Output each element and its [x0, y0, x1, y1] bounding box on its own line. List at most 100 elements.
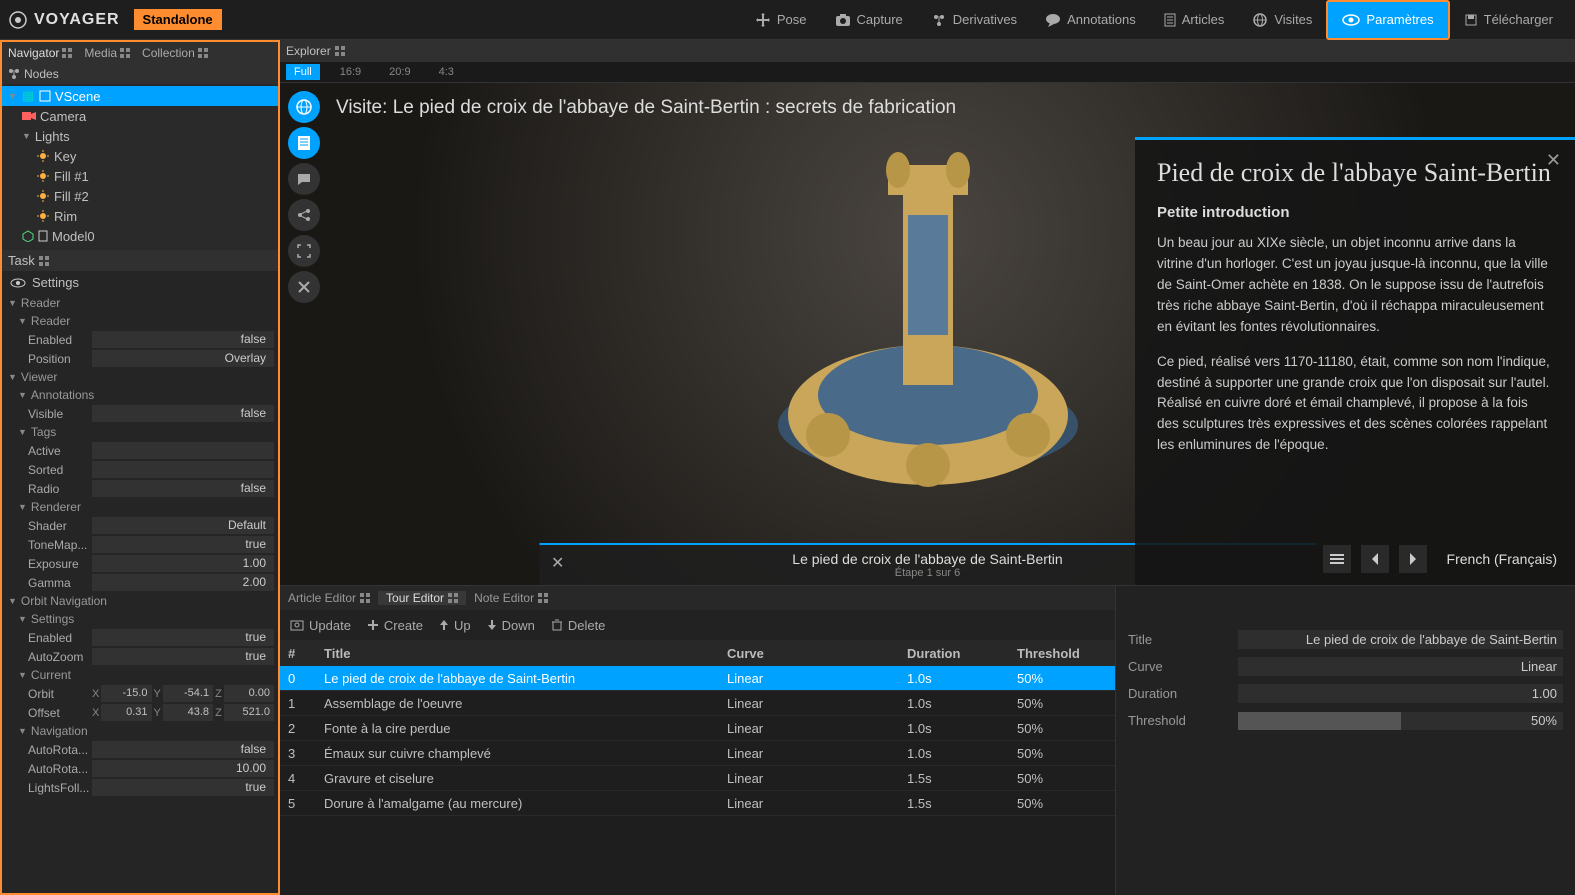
fullscreen-button[interactable] — [288, 235, 320, 267]
tree-camera[interactable]: Camera — [2, 106, 278, 126]
prop-subgroup[interactable]: ▼Tags — [2, 423, 278, 441]
move-icon — [755, 12, 771, 28]
download-button[interactable]: Télécharger — [1450, 0, 1567, 40]
aspect-16-9[interactable]: 16:9 — [332, 64, 369, 80]
toolbar-create-button[interactable]: Create — [367, 618, 423, 633]
editor-tab-tour-editor[interactable]: Tour Editor — [378, 591, 466, 605]
tree-light-fill1[interactable]: Fill #1 — [2, 166, 278, 186]
editor-tab-note-editor[interactable]: Note Editor — [466, 591, 556, 605]
prop-value[interactable] — [92, 442, 274, 459]
prop-value[interactable] — [92, 461, 274, 478]
aspect-20-9[interactable]: 20:9 — [381, 64, 418, 80]
left-tab-collection[interactable]: Collection — [136, 46, 214, 60]
aspect-4-3[interactable]: 4:3 — [431, 64, 462, 80]
article-subtitle: Petite introduction — [1157, 204, 1553, 221]
save-icon — [1464, 13, 1478, 27]
prop-value[interactable]: false — [92, 480, 274, 497]
prop-subgroup[interactable]: ▼Annotations — [2, 386, 278, 404]
center-column: Explorer Full16:920:94:3 Visite: Le pied… — [280, 40, 1575, 895]
toolbar-up-button[interactable]: Up — [439, 618, 471, 633]
table-row[interactable]: 2Fonte à la cire perdueLinear1.0s50% — [280, 716, 1115, 741]
table-row[interactable]: 0Le pied de croix de l'abbaye de Saint-B… — [280, 666, 1115, 691]
comment-button[interactable] — [288, 163, 320, 195]
detail-curve-select[interactable]: Linear — [1238, 657, 1563, 676]
prop-value[interactable]: 2.00 — [92, 574, 274, 591]
article-close-button[interactable]: ✕ — [1546, 150, 1561, 171]
aspect-tabs: Full 16:9 20:9 4:3 — [280, 62, 1575, 82]
topbar: VOYAGER Standalone PoseCaptureDerivative… — [0, 0, 1575, 40]
share-button[interactable] — [288, 199, 320, 231]
next-button[interactable] — [1399, 545, 1427, 573]
prop-value[interactable]: true — [92, 629, 274, 646]
topnav-annotations[interactable]: Annotations — [1031, 0, 1150, 40]
visite-title: Visite: Le pied de croix de l'abbaye de … — [336, 97, 956, 119]
tree-light-key[interactable]: Key — [2, 146, 278, 166]
editor-detail: TitleLe pied de croix de l'abbaye de Sai… — [1115, 586, 1575, 895]
table-row[interactable]: 3Émaux sur cuivre champlevéLinear1.0s50% — [280, 741, 1115, 766]
light-icon — [36, 150, 50, 162]
table-row[interactable]: 4Gravure et ciselureLinear1.5s50% — [280, 766, 1115, 791]
prop-value[interactable]: true — [92, 779, 274, 796]
aspect-Full[interactable]: Full — [286, 64, 320, 80]
toolbar-update-button[interactable]: Update — [290, 618, 351, 633]
language-label[interactable]: French (Français) — [1447, 551, 1557, 567]
prop-group[interactable]: ▼Viewer — [2, 368, 278, 386]
prop-subgroup[interactable]: ▼Renderer — [2, 498, 278, 516]
step-close-button[interactable]: ✕ — [551, 553, 564, 573]
article-paragraph: Ce pied, réalisé vers 1170-11180, était,… — [1157, 352, 1553, 457]
detail-title-input[interactable]: Le pied de croix de l'abbaye de Saint-Be… — [1238, 630, 1563, 649]
up-icon — [439, 619, 449, 631]
table-row[interactable]: 1Assemblage de l'oeuvreLinear1.0s50% — [280, 691, 1115, 716]
topnav-visites[interactable]: Visites — [1238, 0, 1326, 40]
menu-button[interactable] — [1323, 545, 1351, 573]
prop-row: AutoRota...10.00 — [2, 759, 278, 778]
prop-value[interactable]: 10.00 — [92, 760, 274, 777]
tree-model[interactable]: Model0 — [2, 226, 278, 246]
prop-value[interactable]: true — [92, 648, 274, 665]
prop-value[interactable]: 1.00 — [92, 555, 274, 572]
tree-scene[interactable]: ▼▦VScene — [2, 86, 278, 106]
tree-light-fill2[interactable]: Fill #2 — [2, 186, 278, 206]
viewer-3d[interactable]: Visite: Le pied de croix de l'abbaye de … — [280, 82, 1575, 585]
topnav-pose[interactable]: Pose — [741, 0, 821, 40]
topnav-articles[interactable]: Articles — [1150, 0, 1239, 40]
prop-row-xyz: OrbitX-15.0Y-54.1Z0.00 — [2, 684, 278, 703]
prev-button[interactable] — [1361, 545, 1389, 573]
prop-subgroup[interactable]: ▼Navigation — [2, 722, 278, 740]
tree-lights[interactable]: ▼Lights — [2, 126, 278, 146]
editor-tab-article-editor[interactable]: Article Editor — [280, 591, 378, 605]
prop-row-xyz: OffsetX0.31Y43.8Z521.0 — [2, 703, 278, 722]
prop-subgroup[interactable]: ▼Reader — [2, 312, 278, 330]
prop-row: AutoRota...false — [2, 740, 278, 759]
prop-value[interactable]: true — [92, 536, 274, 553]
detail-duration-input[interactable]: 1.00 — [1238, 684, 1563, 703]
topnav-paramètres[interactable]: Paramètres — [1326, 0, 1449, 40]
prop-value[interactable]: Overlay — [92, 350, 274, 367]
left-tab-navigator[interactable]: Navigator — [2, 46, 78, 60]
viewer-buttons — [288, 91, 320, 303]
derivatives-icon — [931, 13, 947, 27]
toolbar-delete-button[interactable]: Delete — [551, 618, 606, 633]
article-button[interactable] — [288, 127, 320, 159]
language-button[interactable] — [288, 91, 320, 123]
prop-value[interactable]: Default — [92, 517, 274, 534]
prop-value[interactable]: false — [92, 741, 274, 758]
prop-value[interactable]: false — [92, 331, 274, 348]
prop-value[interactable]: false — [92, 405, 274, 422]
topnav-capture[interactable]: Capture — [821, 0, 917, 40]
tools-button[interactable] — [288, 271, 320, 303]
toolbar-down-button[interactable]: Down — [487, 618, 535, 633]
prop-row: Enabledfalse — [2, 330, 278, 349]
topnav-derivatives[interactable]: Derivatives — [917, 0, 1031, 40]
prop-row: Exposure1.00 — [2, 554, 278, 573]
prop-group[interactable]: ▼Orbit Navigation — [2, 592, 278, 610]
table-row[interactable]: 5Dorure à l'amalgame (au mercure)Linear1… — [280, 791, 1115, 816]
prop-subgroup[interactable]: ▼Current — [2, 666, 278, 684]
chat-icon — [296, 172, 312, 186]
prop-group[interactable]: ▼Reader — [2, 294, 278, 312]
camera-icon — [835, 13, 851, 27]
left-tab-media[interactable]: Media — [78, 46, 136, 60]
detail-threshold-slider[interactable]: 50% — [1238, 712, 1563, 730]
prop-subgroup[interactable]: ▼Settings — [2, 610, 278, 628]
tree-light-rim[interactable]: Rim — [2, 206, 278, 226]
